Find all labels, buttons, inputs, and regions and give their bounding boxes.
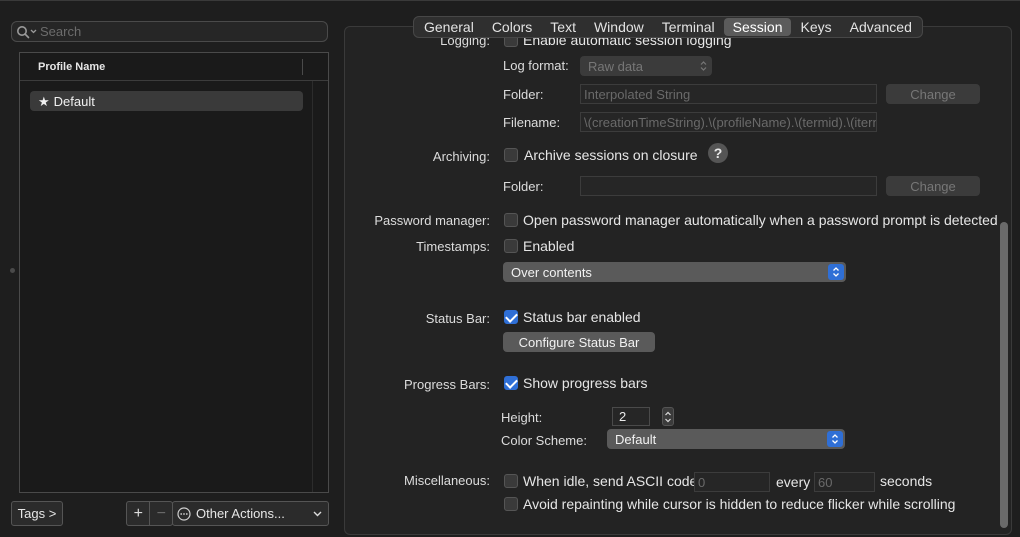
tab-session[interactable]: Session — [723, 18, 792, 36]
filename-field[interactable]: \(creationTimeString).\(profileName).\(t… — [580, 112, 877, 132]
idle-ascii-checkbox[interactable] — [504, 474, 518, 488]
idle-ascii-code-field[interactable]: 0 — [694, 472, 770, 492]
status-bar-checkbox[interactable] — [504, 310, 518, 324]
seconds-label: seconds — [880, 473, 933, 489]
tab-keys[interactable]: Keys — [791, 18, 840, 36]
password-manager-checkbox-label: Open password manager automatically when… — [523, 212, 998, 228]
tab-general[interactable]: General — [415, 18, 483, 36]
color-scheme-label: Color Scheme: — [501, 433, 587, 448]
every-label: every — [776, 474, 811, 490]
add-profile-button[interactable]: + — [127, 502, 149, 525]
split-view-handle[interactable] — [10, 268, 15, 273]
progress-bars-checkbox[interactable] — [504, 376, 518, 390]
filename-label: Filename: — [503, 115, 561, 130]
profile-name-header-label: Profile Name — [38, 60, 106, 73]
idle-ascii-checkbox-label: When idle, send ASCII code — [523, 473, 698, 489]
timestamps-mode-select[interactable]: Over contents — [503, 262, 846, 282]
updown-arrows-icon — [700, 61, 707, 71]
other-actions-label: Other Actions... — [196, 506, 285, 521]
configure-status-bar-button[interactable]: Configure Status Bar — [503, 332, 655, 352]
log-folder-change-button[interactable]: Change — [886, 84, 980, 104]
log-format-value: Raw data — [588, 58, 643, 74]
tab-window[interactable]: Window — [585, 18, 653, 36]
logging-label: Logging: — [440, 38, 490, 48]
status-bar-label: Status Bar: — [425, 311, 490, 326]
timestamps-mode-value: Over contents — [511, 264, 592, 280]
archiving-label: Archiving: — [432, 149, 490, 164]
progress-bars-label: Progress Bars: — [404, 377, 490, 392]
column-separator — [302, 59, 303, 75]
window-top-border — [0, 0, 1020, 1]
password-manager-label: Password manager: — [374, 213, 490, 228]
chevron-down-icon — [313, 511, 322, 516]
color-scheme-value: Default — [615, 431, 657, 447]
timestamps-checkbox[interactable] — [504, 239, 518, 253]
tab-colors[interactable]: Colors — [483, 18, 541, 36]
archive-folder-field[interactable] — [580, 176, 877, 196]
password-manager-checkbox[interactable] — [504, 213, 518, 227]
remove-profile-button[interactable]: − — [149, 502, 172, 525]
log-format-select[interactable]: Raw data — [580, 56, 712, 76]
tab-terminal[interactable]: Terminal — [653, 18, 724, 36]
tab-bar: General Colors Text Window Terminal Sess… — [413, 16, 923, 38]
ellipsis-circle-icon — [177, 506, 191, 521]
other-actions-menu[interactable]: Other Actions... — [172, 501, 329, 526]
status-bar-checkbox-label: Status bar enabled — [523, 309, 641, 325]
profile-row-default[interactable]: ★ Default — [30, 91, 303, 111]
profile-list[interactable]: Profile Name ★ Default — [19, 52, 329, 493]
timestamps-checkbox-label: Enabled — [523, 238, 575, 254]
search-input[interactable] — [40, 24, 320, 39]
search-icon — [17, 25, 37, 38]
archive-folder-label: Folder: — [503, 179, 544, 194]
height-stepper[interactable] — [662, 407, 674, 426]
idle-interval-field[interactable]: 60 — [814, 472, 875, 492]
log-folder-field[interactable]: Interpolated String — [580, 84, 877, 104]
archive-checkbox-label: Archive sessions on closure — [524, 147, 698, 163]
profile-list-scrollbar[interactable] — [312, 81, 313, 492]
search-field[interactable] — [11, 21, 328, 42]
logging-row-clipped: Logging: Enable automatic session loggin… — [345, 38, 995, 50]
height-input[interactable]: 2 — [612, 407, 650, 426]
log-format-label: Log format: — [503, 58, 569, 73]
avoid-repaint-checkbox-label: Avoid repainting while cursor is hidden … — [523, 496, 956, 512]
logging-checkbox[interactable] — [504, 38, 518, 47]
color-scheme-select[interactable]: Default — [607, 429, 845, 449]
updown-arrows-icon — [828, 264, 844, 280]
avoid-repaint-checkbox[interactable] — [504, 497, 518, 511]
tab-advanced[interactable]: Advanced — [841, 18, 921, 36]
stepper-arrows-icon — [665, 411, 671, 422]
log-folder-label: Folder: — [503, 87, 544, 102]
profile-name-column-header[interactable]: Profile Name — [20, 53, 328, 81]
tags-button[interactable]: Tags > — [11, 501, 63, 526]
height-label: Height: — [501, 410, 543, 425]
miscellaneous-label: Miscellaneous: — [404, 473, 490, 488]
archive-folder-change-button[interactable]: Change — [886, 176, 980, 196]
help-button[interactable]: ? — [708, 143, 728, 163]
timestamps-label: Timestamps: — [416, 239, 490, 254]
profile-label: Default — [53, 93, 95, 109]
archive-checkbox[interactable] — [504, 148, 518, 162]
add-remove-control: + − — [126, 501, 173, 526]
tab-text[interactable]: Text — [541, 18, 585, 36]
logging-checkbox-label: Enable automatic session logging — [523, 38, 732, 48]
star-icon: ★ — [38, 93, 50, 109]
settings-scrollbar-thumb[interactable] — [1000, 222, 1008, 528]
progress-bars-checkbox-label: Show progress bars — [523, 375, 648, 391]
updown-arrows-icon — [827, 431, 843, 447]
